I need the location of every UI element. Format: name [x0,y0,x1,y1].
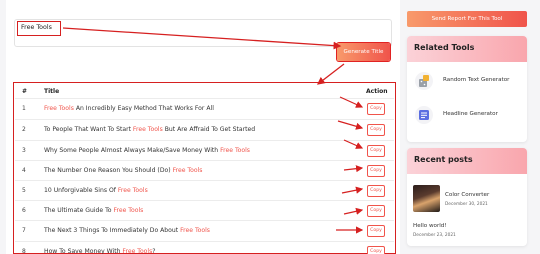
title-text: The Number One Reason You Should (Do) [44,167,173,174]
title-text: An Incredibly Easy Method That Works For… [73,105,214,112]
copy-button[interactable]: Copy [367,246,385,254]
title-keyword: Free Tools [132,126,163,133]
dice-icon [415,72,433,90]
keyword-input[interactable]: Free Tools [17,21,61,36]
title-keyword: Free Tools [122,248,153,254]
row-number: 8 [22,248,26,254]
column-header-action: Action [366,88,388,95]
copy-button[interactable]: Copy [367,205,385,217]
copy-button[interactable]: Copy [367,185,385,197]
title-text: How To Save Money With [44,248,123,254]
copy-button[interactable]: Copy [367,124,385,136]
copy-button[interactable]: Copy [367,225,385,237]
table-row: 7 The Next 3 Things To Immediately Do Abo… [15,220,394,240]
title-text: Why Some People Almost Always Make/Save … [44,147,221,154]
row-number: 1 [22,105,26,112]
generate-title-button[interactable]: Generate Title [337,43,390,61]
related-tool-random-text[interactable]: Random Text Generator [407,66,527,96]
post-date: December 23, 2021 [413,233,456,238]
copy-button[interactable]: Copy [367,103,385,115]
related-tool-label: Random Text Generator [443,77,510,83]
column-header-title: Title [44,88,60,95]
keyword-input-box[interactable] [14,19,392,47]
table-row: 2 To People That Want To Start Free Tools… [15,119,394,139]
generated-title: The Number One Reason You Should (Do) Fr… [44,167,202,174]
related-tools-header: Related Tools [407,36,527,62]
row-number: 7 [22,227,26,234]
table-row: 5 10 Unforgivable Sins Of Free Tools Copy [15,180,394,200]
recent-posts-title: Recent posts [414,155,473,164]
title-keyword: Free Tools [117,187,148,194]
generated-title: The Next 3 Things To Immediately Do Abou… [44,227,210,234]
row-number: 4 [22,167,26,174]
title-text: ? [152,248,156,254]
table-row: 3 Why Some People Almost Always Make/Save… [15,140,394,160]
column-header-number: # [22,88,28,95]
headline-icon [415,106,433,124]
title-text: But Are Affraid To Get Started [162,126,256,133]
related-tool-headline[interactable]: Headline Generator [407,100,527,130]
row-number: 6 [22,207,26,214]
generated-title: 10 Unforgivable Sins Of Free Tools [44,187,148,194]
copy-button[interactable]: Copy [367,145,385,157]
recent-posts-card: Recent posts Color Converter December 30… [407,148,527,246]
table-row: 4 The Number One Reason You Should (Do) F… [15,160,394,180]
row-number: 5 [22,187,26,194]
recent-posts-header: Recent posts [407,148,527,174]
post-date: December 30, 2021 [445,202,488,207]
title-keyword: Free Tools [172,167,203,174]
post-thumbnail[interactable] [413,185,440,212]
title-keyword: Free Tools [44,105,74,112]
table-row: 6 The Ultimate Guide To Free Tools Copy [15,200,394,220]
post-title-link[interactable]: Hello world! [413,223,447,229]
send-report-button[interactable]: Send Report For This Tool [407,11,527,27]
page: Free Tools Generate Title # Title Action… [0,0,540,254]
title-text: The Ultimate Guide To [44,207,114,214]
title-text: 10 Unforgivable Sins Of [44,187,118,194]
title-keyword: Free Tools [220,147,250,154]
generated-title: To People That Want To Start Free Tools … [44,126,255,133]
generated-title: Free Tools An Incredibly Easy Method Tha… [44,105,214,112]
row-number: 2 [22,126,26,133]
generated-title: Why Some People Almost Always Make/Save … [44,147,250,154]
row-number: 3 [22,147,26,154]
related-tools-card: Related Tools Random Text Generator Head… [407,36,527,142]
table-row: 1 Free Tools An Incredibly Easy Method Th… [15,98,394,118]
copy-button[interactable]: Copy [367,165,385,177]
generated-title: The Ultimate Guide To Free Tools [44,207,143,214]
generated-title: How To Save Money With Free Tools? [44,248,156,254]
related-tool-label: Headline Generator [443,111,498,117]
related-tools-title: Related Tools [414,43,475,52]
title-keyword: Free Tools [113,207,144,214]
post-title-link[interactable]: Color Converter [445,192,489,198]
table-row: 8 How To Save Money With Free Tools? Copy [15,241,394,254]
title-keyword: Free Tools [180,227,210,234]
title-text: The Next 3 Things To Immediately Do Abou… [44,227,181,234]
title-text: To People That Want To Start [44,126,133,133]
